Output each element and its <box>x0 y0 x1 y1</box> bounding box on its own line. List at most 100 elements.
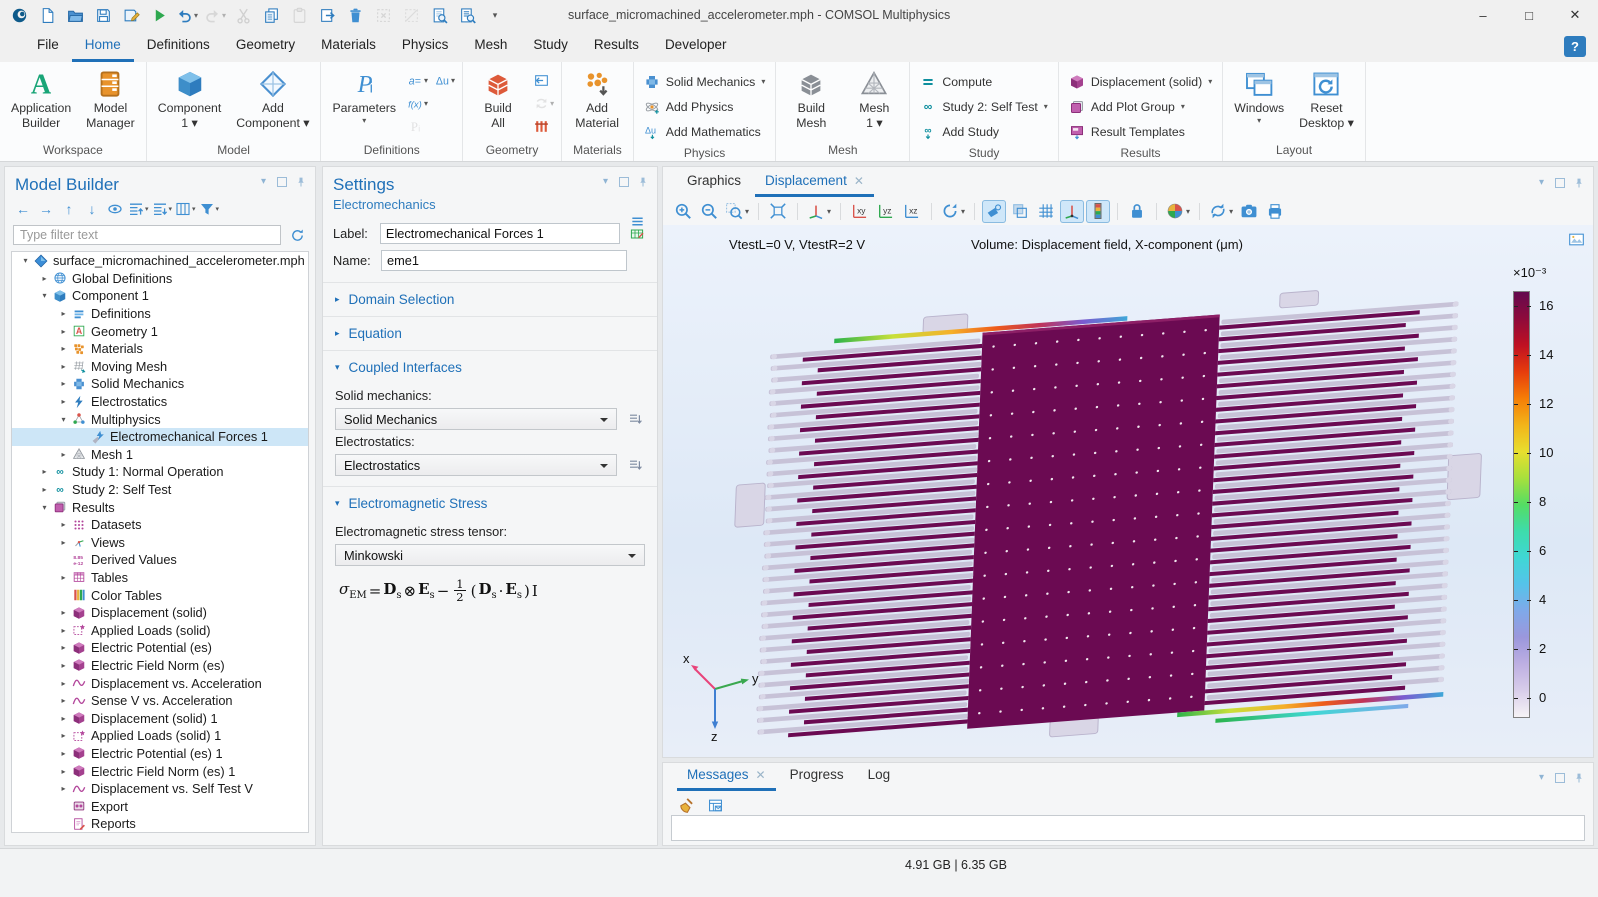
transparency-button[interactable] <box>1008 200 1032 223</box>
collapse-all-button[interactable]: ▾ <box>152 199 173 219</box>
label-field[interactable] <box>380 223 620 244</box>
redo-button[interactable]: ▾ <box>202 3 228 27</box>
tree-expander-icon[interactable]: ▸ <box>56 714 71 723</box>
combobox-electrostatics[interactable]: Electrostatics <box>335 454 617 476</box>
model-tree-columns-button[interactable]: ▾ <box>175 199 196 219</box>
tree-filter-input[interactable] <box>13 225 281 245</box>
go-to-source-button[interactable] <box>625 409 645 429</box>
menu-physics[interactable]: Physics <box>389 30 462 62</box>
run-model-button[interactable] <box>146 3 172 27</box>
close-tab-icon[interactable]: ✕ <box>854 167 864 195</box>
view-xz-button[interactable]: xz <box>900 200 924 223</box>
axes-toggle-button[interactable] <box>1060 200 1084 223</box>
ribbon-button-parameters[interactable]: PiParameters▾ <box>326 65 402 141</box>
paste-button[interactable] <box>286 3 312 27</box>
ribbon-button-build-all[interactable]: BuildAll <box>468 65 528 141</box>
tree-expander-icon[interactable]: ▸ <box>56 379 71 388</box>
tree-item-sense-v-vs-acceleration[interactable]: ▸Sense V vs. Acceleration <box>12 692 308 710</box>
tree-item-export[interactable]: Export <box>12 797 308 815</box>
pin-icon[interactable] <box>1572 176 1585 189</box>
ribbon-button-insert-sequence[interactable] <box>531 69 552 91</box>
tree-item-displacement-solid-1[interactable]: ▸Displacement (solid) 1 <box>12 709 308 727</box>
zoom-in-button[interactable] <box>671 200 695 223</box>
view-xy-button[interactable]: xy <box>848 200 872 223</box>
toolbar-options-button[interactable]: ▾ <box>482 3 508 27</box>
deselect-objects-button[interactable] <box>398 3 424 27</box>
ribbon-button-add-physics[interactable]: Add Physics <box>639 94 771 119</box>
ribbon-button-build-mesh[interactable]: BuildMesh <box>781 65 841 141</box>
settings-menu-icon[interactable] <box>627 211 647 231</box>
section-header-coupled-interfaces[interactable]: ▾Coupled Interfaces <box>323 350 657 384</box>
ribbon-button-add-plot-group[interactable]: Add Plot Group▾ <box>1064 94 1217 119</box>
tree-item-applied-loads-solid-1[interactable]: ▸Applied Loads (solid) 1 <box>12 727 308 745</box>
graphics-tab-graphics[interactable]: Graphics <box>677 167 751 197</box>
color-palette-button[interactable]: ▾ <box>1164 200 1192 223</box>
tree-item-electric-field-norm-es-[interactable]: ▸Electric Field Norm (es) <box>12 657 308 675</box>
tree-expander-icon[interactable]: ▸ <box>56 643 71 652</box>
pin-icon[interactable] <box>636 175 649 188</box>
tree-item-color-tables[interactable]: Color Tables <box>12 586 308 604</box>
view-yz-button[interactable]: yz <box>874 200 898 223</box>
expand-all-button[interactable]: ▾ <box>128 199 149 219</box>
combobox-minkowski[interactable]: Minkowski <box>335 544 645 566</box>
tree-expander-icon[interactable]: ▾ <box>56 415 71 424</box>
tree-item-study-1-normal-operation[interactable]: ▸∞Study 1: Normal Operation <box>12 463 308 481</box>
tree-expander-icon[interactable]: ▸ <box>56 626 71 635</box>
clear-messages-button[interactable] <box>673 794 697 817</box>
section-header-domain-selection[interactable]: ▸Domain Selection <box>323 282 657 316</box>
find-replace-button[interactable] <box>454 3 480 27</box>
tree-item-study-2-self-test[interactable]: ▸∞Study 2: Self Test <box>12 481 308 499</box>
update-plot-button[interactable]: ▾ <box>1207 200 1235 223</box>
tree-expander-icon[interactable]: ▸ <box>56 679 71 688</box>
tree-item-solid-mechanics[interactable]: ▸Solid Mechanics <box>12 375 308 393</box>
colorbar-toggle-button[interactable] <box>1086 200 1110 223</box>
panel-menu-icon[interactable]: ▾ <box>257 175 270 188</box>
tree-expander-icon[interactable]: ▸ <box>56 731 71 740</box>
tree-expander-icon[interactable]: ▾ <box>37 291 52 300</box>
ribbon-button-add-mathematics[interactable]: ΔuAdd Mathematics <box>639 119 771 144</box>
tree-expander-icon[interactable]: ▸ <box>56 450 71 459</box>
ribbon-button-model-manager[interactable]: ModelManager <box>80 65 141 141</box>
snapshot-button[interactable] <box>1237 200 1261 223</box>
tree-item-views[interactable]: ▸Views <box>12 534 308 552</box>
tree-item-electromechanical-forces-1[interactable]: Electromechanical Forces 1 <box>12 428 308 446</box>
tree-item-displacement-vs-self-test-v[interactable]: ▸Displacement vs. Self Test V <box>12 780 308 798</box>
tree-item-moving-mesh[interactable]: ▸Moving Mesh <box>12 358 308 376</box>
ribbon-button-study-2-self-test[interactable]: ∞Study 2: Self Test▾ <box>915 94 1052 119</box>
cut-button[interactable] <box>230 3 256 27</box>
tree-expander-icon[interactable]: ▸ <box>56 661 71 670</box>
open-in-table-button[interactable] <box>703 794 727 817</box>
tree-item-electric-potential-es-1[interactable]: ▸Electric Potential (es) 1 <box>12 745 308 763</box>
messages-tab-log[interactable]: Log <box>858 761 901 791</box>
menu-study[interactable]: Study <box>520 30 581 62</box>
plot-area[interactable]: VtestL=0 V, VtestR=2 V Volume: Displacem… <box>663 225 1593 757</box>
ribbon-button-geometry-sequence[interactable] <box>531 115 552 137</box>
tree-item-geometry-1[interactable]: ▸AGeometry 1 <box>12 322 308 340</box>
grid-toggle-button[interactable] <box>1034 200 1058 223</box>
menu-definitions[interactable]: Definitions <box>134 30 223 62</box>
ribbon-button-variable-a[interactable]: a=▾ <box>405 69 430 91</box>
messages-tab-progress[interactable]: Progress <box>780 761 854 791</box>
float-panel-icon[interactable] <box>277 177 287 187</box>
refresh-icon[interactable] <box>287 225 307 245</box>
tree-item-materials[interactable]: ▸Materials <box>12 340 308 358</box>
menu-mesh[interactable]: Mesh <box>461 30 520 62</box>
comsol-logo-button[interactable] <box>6 3 32 27</box>
tree-item-displacement-vs-acceleration[interactable]: ▸Displacement vs. Acceleration <box>12 674 308 692</box>
messages-tab-messages[interactable]: Messages✕ <box>677 761 776 791</box>
tree-expander-icon[interactable]: ▸ <box>56 362 71 371</box>
pin-icon[interactable] <box>294 175 307 188</box>
zoom-extents-button[interactable] <box>766 200 790 223</box>
ribbon-button-compute[interactable]: Compute <box>915 69 1052 94</box>
tree-item-datasets[interactable]: ▸Datasets <box>12 516 308 534</box>
close-tab-icon[interactable]: ✕ <box>756 761 766 789</box>
panel-menu-icon[interactable]: ▾ <box>1535 771 1548 784</box>
ribbon-button-delta-u[interactable]: Δu▾ <box>432 69 457 91</box>
find-button[interactable] <box>426 3 452 27</box>
menu-materials[interactable]: Materials <box>308 30 389 62</box>
tree-expander-icon[interactable]: ▸ <box>56 608 71 617</box>
show-toggle-button[interactable] <box>105 199 125 219</box>
tree-item-displacement-solid-[interactable]: ▸Displacement (solid) <box>12 604 308 622</box>
go-to-source-button[interactable] <box>625 455 645 475</box>
ribbon-button-rebuild[interactable]: ▾ <box>531 92 556 114</box>
